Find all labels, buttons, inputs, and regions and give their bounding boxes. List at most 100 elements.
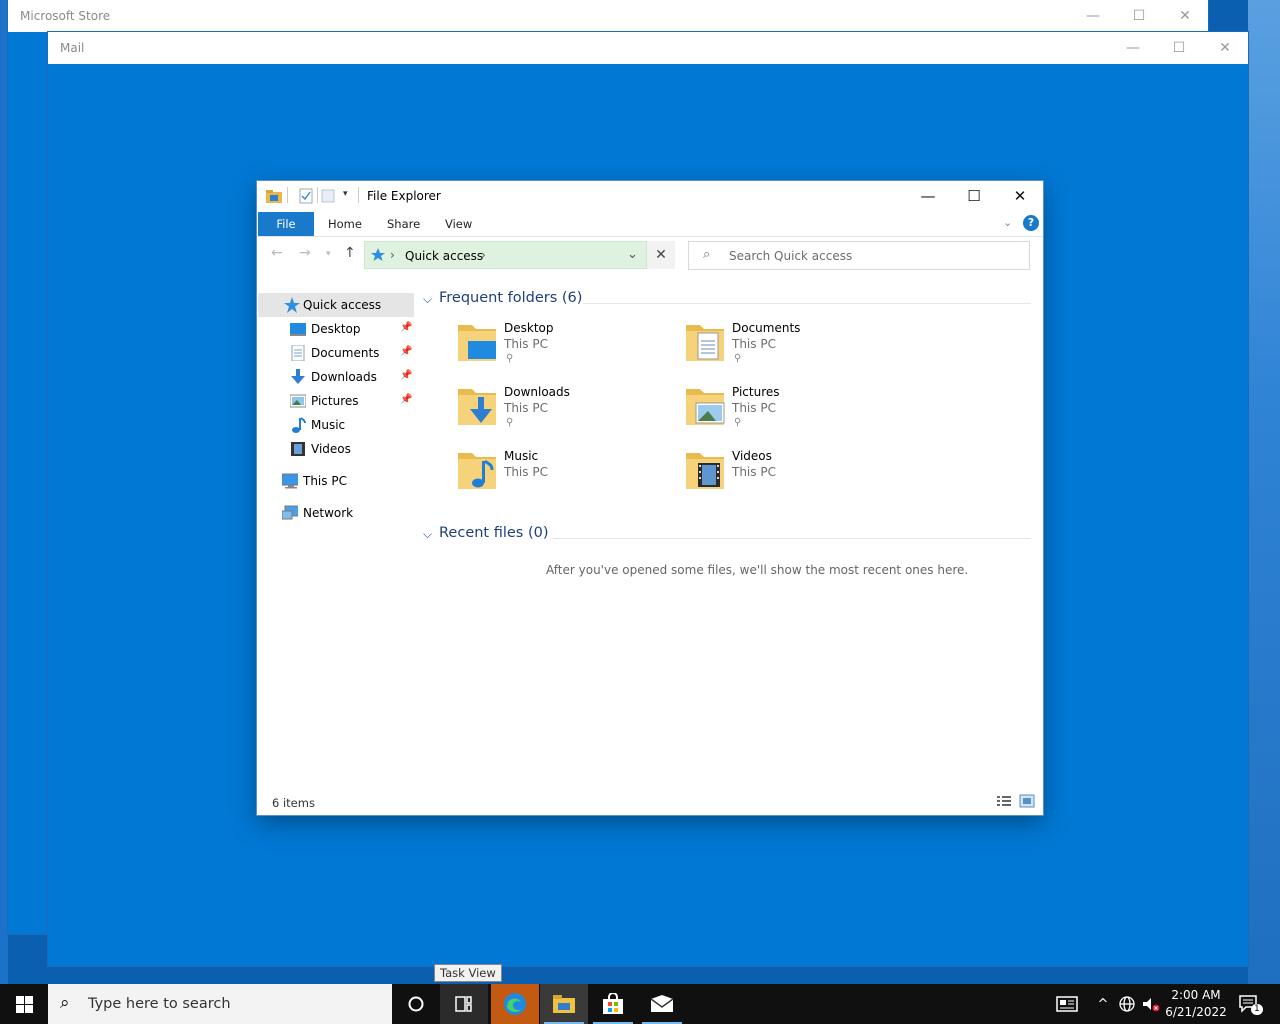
cortana-circle-icon: [408, 996, 424, 1012]
large-icons-view-icon[interactable]: [1019, 794, 1035, 808]
breadcrumb-quick-access[interactable]: Quick access: [405, 249, 483, 263]
details-view-icon[interactable]: [996, 794, 1012, 808]
folder-icon: [266, 190, 282, 203]
notification-badge: 1: [1251, 1004, 1263, 1015]
start-button[interactable]: [0, 984, 48, 1024]
search-box[interactable]: ⌕ Search Quick access: [688, 241, 1030, 270]
recent-files-header[interactable]: ⌵ Recent files (0): [423, 522, 1033, 546]
folder-tile-documents[interactable]: Documents This PC ⚲: [684, 319, 904, 375]
minimize-icon[interactable]: —: [905, 181, 951, 211]
maximize-icon[interactable]: ☐: [951, 181, 997, 211]
sidebar-item-label: This PC: [303, 474, 347, 488]
task-view-button[interactable]: [440, 984, 488, 1024]
music-folder-icon: [458, 453, 496, 489]
edge-button[interactable]: [491, 984, 539, 1024]
tab-view[interactable]: View: [445, 212, 472, 236]
chevron-down-icon[interactable]: ⌵: [423, 292, 432, 307]
maximize-icon[interactable]: ☐: [1156, 32, 1202, 64]
ribbon-tabs: File Home Share View ⌄ ?: [257, 212, 1043, 237]
videos-folder-icon: [686, 453, 724, 489]
sidebar-item-documents[interactable]: Documents 📌: [258, 341, 414, 365]
store-taskbar-button[interactable]: [589, 984, 637, 1024]
window-title: File Explorer: [367, 189, 441, 203]
sidebar-item-downloads[interactable]: Downloads 📌: [258, 365, 414, 389]
folder-tile-pictures[interactable]: Pictures This PC ⚲: [684, 383, 904, 439]
breadcrumb-separator-icon[interactable]: ›: [390, 248, 395, 262]
file-explorer-taskbar-button[interactable]: [540, 984, 588, 1024]
search-icon: ⌕: [60, 993, 70, 1013]
folder-location: This PC: [732, 337, 776, 351]
sidebar-item-music[interactable]: Music: [258, 413, 414, 437]
qat-divider: [287, 187, 288, 203]
cortana-button[interactable]: [392, 984, 440, 1024]
action-center-button[interactable]: 1: [1234, 984, 1264, 1024]
folder-name: Pictures: [732, 385, 780, 399]
sidebar-item-videos[interactable]: Videos: [258, 437, 414, 461]
properties-icon[interactable]: [299, 188, 313, 204]
new-folder-icon[interactable]: [321, 188, 335, 204]
sidebar-item-pictures[interactable]: Pictures 📌: [258, 389, 414, 413]
sidebar-item-this-pc[interactable]: This PC: [258, 469, 414, 493]
folder-tile-videos[interactable]: Videos This PC: [684, 447, 904, 503]
folder-name: Downloads: [504, 385, 570, 399]
store-title: Microsoft Store: [20, 9, 111, 23]
news-and-interests-button[interactable]: [1052, 984, 1082, 1024]
mail-title: Mail: [60, 41, 85, 55]
qat-divider: [358, 187, 359, 203]
pin-icon: ⚲: [734, 353, 742, 364]
close-icon[interactable]: ✕: [1162, 0, 1208, 32]
sidebar-item-label: Pictures: [311, 394, 359, 408]
taskbar-clock[interactable]: 2:00 AM 6/21/2022: [1162, 987, 1230, 1021]
folder-tile-music[interactable]: Music This PC: [456, 447, 676, 503]
folder-tile-downloads[interactable]: Downloads This PC ⚲: [456, 383, 676, 439]
recent-locations-icon[interactable]: ▾: [326, 249, 331, 259]
volume-muted-icon[interactable]: [1139, 984, 1163, 1024]
folder-name: Documents: [732, 321, 801, 335]
tab-home[interactable]: Home: [328, 212, 362, 236]
address-dropdown-icon[interactable]: ⌄: [627, 247, 638, 262]
folder-location: This PC: [732, 465, 776, 479]
search-placeholder: Search Quick access: [729, 249, 853, 263]
mail-titlebar[interactable]: Mail — ☐ ✕: [48, 32, 1248, 64]
maximize-icon[interactable]: ☐: [1116, 0, 1162, 32]
folder-location: This PC: [504, 401, 548, 415]
close-icon[interactable]: ✕: [1202, 32, 1248, 64]
sidebar-item-desktop[interactable]: Desktop 📌: [258, 317, 414, 341]
tab-share[interactable]: Share: [387, 212, 420, 236]
sidebar-item-network[interactable]: Network: [258, 501, 414, 525]
mail-taskbar-button[interactable]: [638, 984, 686, 1024]
downloads-icon: [291, 369, 305, 384]
explorer-titlebar[interactable]: ▾ File Explorer — ☐ ✕: [257, 181, 1043, 211]
group-title: Recent files (0): [439, 525, 549, 541]
help-icon[interactable]: ?: [1023, 215, 1039, 231]
back-arrow-icon[interactable]: ←: [271, 245, 283, 261]
network-globe-icon[interactable]: [1115, 984, 1139, 1024]
documents-folder-icon: [686, 325, 724, 361]
sidebar-item-label: Videos: [311, 442, 351, 456]
quick-access-star-icon: [284, 297, 300, 313]
breadcrumb-separator-icon[interactable]: ›: [481, 248, 486, 262]
forward-arrow-icon[interactable]: →: [299, 245, 311, 261]
address-bar[interactable]: › Quick access › ⌄: [364, 241, 674, 269]
tab-file[interactable]: File: [258, 212, 314, 236]
close-icon[interactable]: ✕: [997, 181, 1043, 211]
pin-icon: 📌: [400, 322, 413, 333]
up-arrow-icon[interactable]: ↑: [344, 245, 356, 261]
sidebar-item-quick-access[interactable]: Quick access: [258, 293, 414, 317]
frequent-folders-header[interactable]: ⌵ Frequent folders (6): [423, 287, 1033, 311]
sidebar-item-label: Desktop: [311, 322, 361, 336]
store-titlebar[interactable]: Microsoft Store — ☐ ✕: [8, 0, 1208, 32]
folder-tile-desktop[interactable]: Desktop This PC ⚲: [456, 319, 676, 375]
desktop-icon: [290, 323, 306, 336]
customize-qat-icon[interactable]: ▾: [343, 189, 348, 199]
expand-ribbon-icon[interactable]: ⌄: [1003, 216, 1012, 229]
minimize-icon[interactable]: —: [1070, 0, 1116, 32]
mail-envelope-icon: [650, 995, 674, 1012]
file-explorer-window[interactable]: ▾ File Explorer — ☐ ✕ File Home Share Vi…: [257, 181, 1043, 815]
show-hidden-icons-chevron-icon[interactable]: ^: [1093, 984, 1113, 1024]
clear-address-icon[interactable]: ✕: [646, 241, 675, 269]
minimize-icon[interactable]: —: [1110, 32, 1156, 64]
chevron-down-icon[interactable]: ⌵: [423, 527, 432, 542]
task-view-tooltip: Task View: [434, 964, 502, 982]
taskbar-search-box[interactable]: ⌕ Type here to search: [48, 984, 392, 1024]
